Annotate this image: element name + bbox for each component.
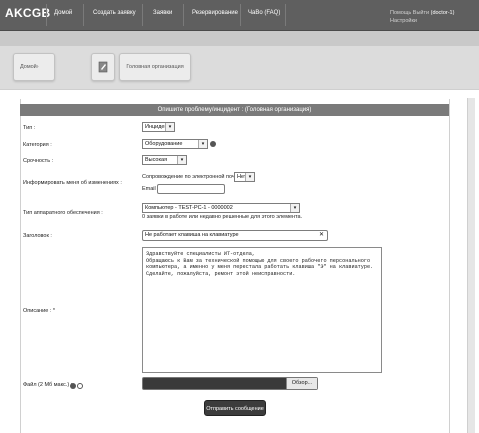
hardware-value: Компьютер - TEST-PC-1 - 0000002	[145, 205, 233, 211]
chevron-down-icon: ▾	[198, 140, 207, 148]
nav-divider	[183, 4, 184, 26]
home-breadcrumb-button[interactable]: Домой›	[13, 53, 55, 81]
subject-label: Заголовок :	[23, 233, 52, 239]
category-value: Оборудование	[145, 141, 183, 147]
settings-link[interactable]: Настройки	[390, 18, 417, 24]
urgency-select[interactable]: Высокая ▾	[142, 155, 187, 165]
description-line: Обращаюсь к Вам за технической помощью д…	[146, 257, 371, 264]
edit-icon-button[interactable]	[91, 53, 115, 81]
hardware-label: Тип аппаратного обеспечения :	[23, 210, 103, 216]
category-select[interactable]: Оборудование ▾	[142, 139, 208, 149]
chevron-down-icon: ▾	[245, 173, 254, 181]
app-logo[interactable]: AKCGB	[5, 6, 51, 20]
nav-divider	[83, 4, 84, 26]
submit-button[interactable]: Отправить сообщение	[204, 400, 266, 416]
email-follow-select[interactable]: Нет ▾	[234, 172, 255, 182]
description-line: Сделайте, пожалуйста, ремонт этой неиспр…	[146, 270, 296, 277]
file-info-icon[interactable]	[70, 383, 76, 389]
subject-value: Не работает клавиша на клавиатуре	[145, 232, 239, 238]
nav-divider	[240, 4, 241, 26]
home-breadcrumb-label: Домой›	[20, 64, 39, 70]
description-line: компьютера, а именно у меня перестала ра…	[146, 264, 374, 271]
urgency-label: Срочность :	[23, 158, 54, 164]
hardware-note: 0 заявки в работе или недавно решенные д…	[142, 214, 303, 220]
form-title: Опишите проблему/инцидент : (Головная ор…	[20, 104, 449, 116]
sub-toolbar-strip	[0, 31, 479, 46]
chevron-down-icon: ▾	[177, 156, 186, 164]
nav-item-reservations[interactable]: Резервирование	[192, 10, 238, 16]
nav-divider	[142, 4, 143, 26]
nav-item-faq[interactable]: ЧаВо (FAQ)	[248, 10, 280, 16]
urgency-value: Высокая	[145, 157, 168, 163]
description-label: Описание : *	[23, 308, 56, 314]
organization-button[interactable]: Головная организация	[119, 53, 191, 81]
file-input[interactable]: Обзор...	[142, 377, 318, 390]
chevron-down-icon: ▾	[165, 123, 174, 131]
nav-item-home[interactable]: Домой	[54, 10, 72, 16]
type-label: Тип :	[23, 125, 36, 131]
category-info-icon[interactable]	[210, 141, 216, 147]
email-follow-label: Сопровождение по электронной почте :	[142, 174, 244, 180]
document-edit-icon	[98, 61, 108, 73]
file-label: Файл (2 Мб макс.) :	[23, 382, 73, 388]
nav-item-tickets[interactable]: Заявки	[153, 10, 172, 16]
organization-label: Головная организация	[126, 64, 184, 70]
description-textarea[interactable]: Здравствуйте специалисты ИТ-отдела, Обра…	[142, 247, 382, 373]
browse-button[interactable]: Обзор...	[286, 378, 317, 389]
clear-icon[interactable]: ✕	[319, 231, 324, 239]
file-gear-icon[interactable]	[77, 383, 83, 389]
nav-divider	[285, 4, 286, 26]
help-link[interactable]: Помощь	[390, 10, 411, 16]
hardware-select[interactable]: Компьютер - TEST-PC-1 - 0000002 ▾	[142, 203, 300, 213]
category-label: Категория :	[23, 142, 52, 148]
logout-link[interactable]: Выйти	[413, 10, 429, 16]
page-scrollbar[interactable]	[467, 98, 475, 433]
notify-label: Информировать меня об изменениях :	[23, 180, 122, 186]
username[interactable]: (doctor-1)	[431, 10, 455, 16]
nav-item-create-ticket[interactable]: Создать заявку	[93, 10, 136, 16]
email-input[interactable]	[157, 184, 225, 194]
nav-divider	[46, 4, 47, 26]
top-nav-bar: AKCGB Домой Создать заявку Заявки Резерв…	[0, 0, 479, 31]
description-line: Здравствуйте специалисты ИТ-отдела,	[146, 251, 255, 257]
type-select[interactable]: Инцидент ▾	[142, 122, 175, 132]
sub-toolbar: Домой› Головная организация	[0, 31, 479, 90]
user-menu: Помощь Выйти (doctor-1) Настройки	[390, 9, 454, 25]
subject-input[interactable]: Не работает клавиша на клавиатуре ✕	[142, 230, 328, 241]
chevron-down-icon: ▾	[290, 204, 299, 212]
